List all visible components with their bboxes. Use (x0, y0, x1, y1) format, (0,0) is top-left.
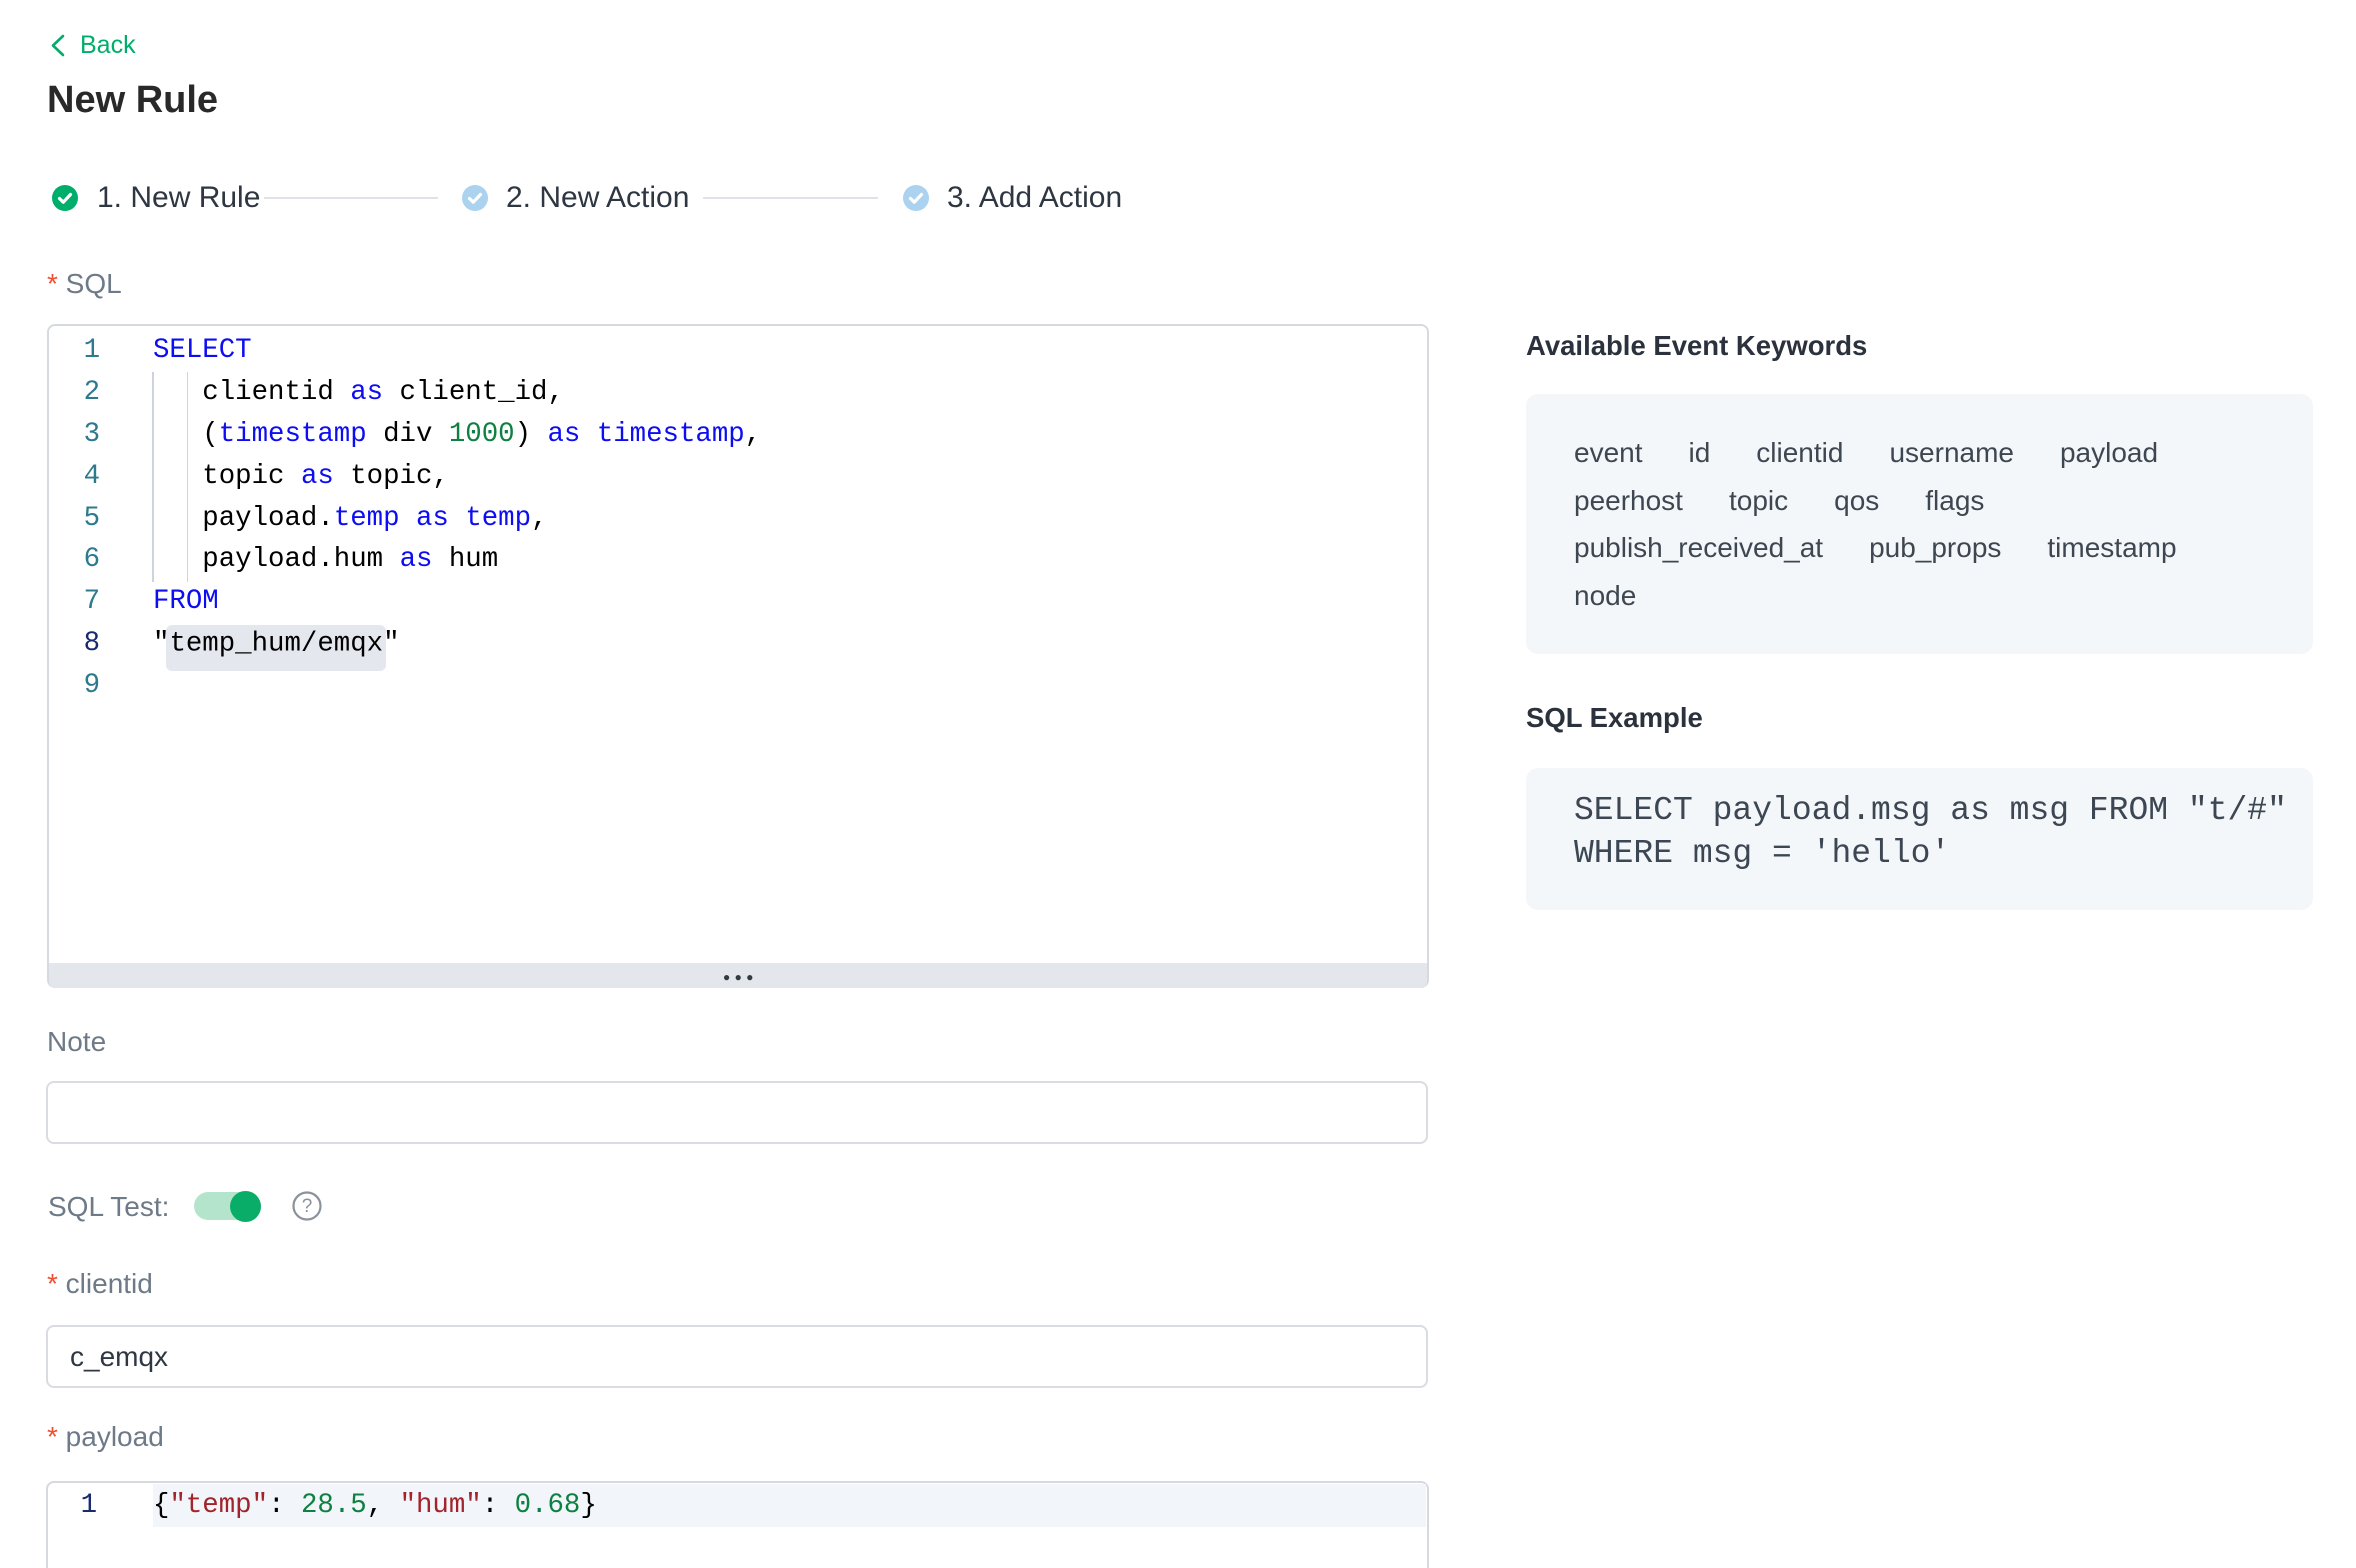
svg-text:?: ? (302, 1196, 313, 1217)
